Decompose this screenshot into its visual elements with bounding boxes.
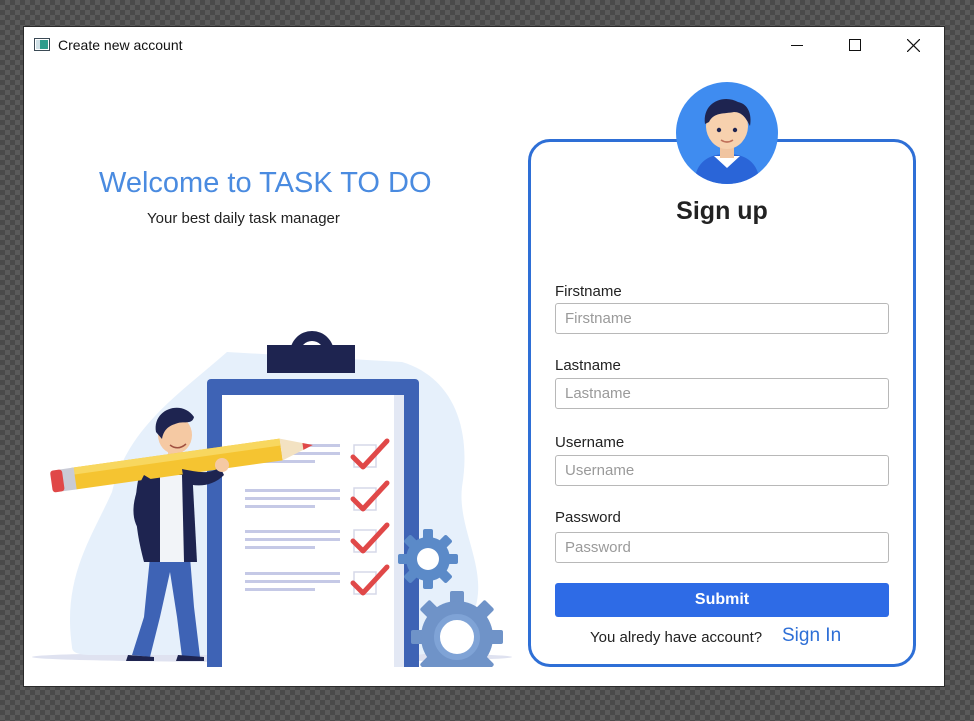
welcome-title: Welcome to TASK TO DO: [99, 167, 432, 199]
have-account-text: You alredy have account?: [590, 629, 763, 646]
firstname-label: Firstname: [555, 283, 622, 300]
password-label: Password: [555, 509, 621, 526]
welcome-subtitle: Your best daily task manager: [147, 210, 340, 227]
signup-title: Sign up: [676, 197, 768, 225]
clipboard-checklist-illustration: [32, 331, 512, 667]
close-button[interactable]: [890, 27, 936, 63]
submit-button[interactable]: Submit: [555, 583, 889, 617]
maximize-button[interactable]: [832, 27, 878, 63]
password-input[interactable]: [555, 532, 889, 563]
app-icon: [34, 38, 50, 51]
window-title: Create new account: [58, 37, 183, 53]
user-avatar-icon: [676, 82, 778, 184]
clipboard-clip: [267, 345, 355, 373]
minimize-icon: [791, 45, 803, 46]
username-label: Username: [555, 434, 625, 451]
sign-in-link[interactable]: Sign In: [782, 625, 841, 647]
clipboard-paper-shade: [394, 395, 404, 667]
firstname-input[interactable]: [555, 303, 889, 334]
title-bar[interactable]: Create new account: [24, 27, 944, 63]
lastname-label: Lastname: [555, 357, 621, 374]
maximize-icon: [849, 39, 861, 51]
username-input[interactable]: [555, 455, 889, 486]
lastname-input[interactable]: [555, 378, 889, 409]
gear-icon: [398, 529, 458, 589]
close-icon: [906, 38, 920, 52]
app-window: Create new account Welcome to TASK TO DO…: [24, 27, 944, 686]
minimize-button[interactable]: [774, 27, 820, 63]
